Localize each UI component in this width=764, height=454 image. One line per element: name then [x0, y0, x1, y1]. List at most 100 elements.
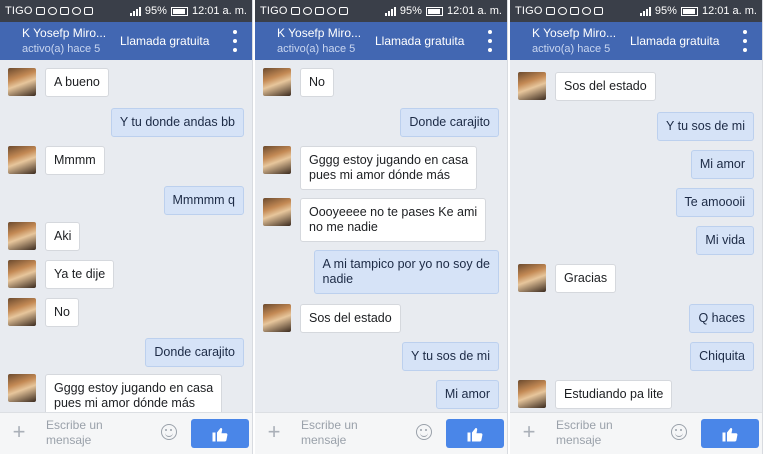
- status-right: 95% 12:01 a. m.: [384, 5, 502, 17]
- plus-icon[interactable]: +: [520, 421, 538, 443]
- message-bubble[interactable]: Ya te dije: [45, 260, 115, 289]
- free-call-button[interactable]: Llamada gratuita: [375, 34, 464, 48]
- conversation-header: K Yosefp Miro... activo(a) hace 5 Llamada …: [255, 22, 507, 60]
- message-bubble[interactable]: Mi amor: [435, 380, 499, 409]
- like-button[interactable]: [446, 419, 504, 448]
- message-bubble[interactable]: Y tu donde andas bb: [110, 108, 244, 137]
- carrier-label: TIGO: [260, 5, 288, 17]
- messenger-icon: [71, 7, 81, 15]
- message-bubble[interactable]: Sos del estado: [300, 304, 401, 333]
- status-left: TIGO: [260, 5, 385, 17]
- plus-icon[interactable]: +: [10, 421, 28, 443]
- message-bubble[interactable]: Donde carajito: [400, 108, 499, 137]
- messenger-icon: [326, 7, 336, 15]
- message-thread[interactable]: A bueno Y tu donde andas bb Mmmm Mmmmm q Aki…: [0, 60, 252, 412]
- contact-name[interactable]: K Yosefp Miro...: [532, 26, 616, 40]
- contact-avatar[interactable]: [8, 222, 36, 250]
- status-bar: TIGO 95% 12:01 a. m.: [510, 0, 762, 22]
- image-icon: [302, 7, 312, 15]
- cloud-icon: [314, 7, 324, 15]
- overflow-menu-icon[interactable]: [232, 30, 238, 52]
- overflow-menu-icon[interactable]: [742, 30, 748, 52]
- message-input[interactable]: Escribe un mensaje: [556, 418, 613, 448]
- message-bubble[interactable]: No: [300, 68, 334, 97]
- free-call-button[interactable]: Llamada gratuita: [120, 34, 209, 48]
- incoming-message: Gracias: [518, 264, 617, 293]
- overflow-menu-icon[interactable]: [487, 30, 493, 52]
- incoming-message: Estudiando pa lite: [518, 380, 673, 409]
- message-bubble[interactable]: Mmmmm q: [163, 186, 244, 215]
- outgoing-message: Y tu donde andas bb: [110, 108, 244, 137]
- outgoing-message: Chiquita: [690, 342, 754, 371]
- plus-icon[interactable]: +: [265, 421, 283, 443]
- contact-avatar[interactable]: [8, 146, 36, 174]
- contact-avatar[interactable]: [263, 198, 291, 226]
- message-bubble[interactable]: Gggg estoy jugando en casa pues mi amor …: [300, 146, 478, 190]
- message-bubble[interactable]: A bueno: [45, 68, 109, 97]
- contact-avatar[interactable]: [263, 146, 291, 174]
- status-bar: TIGO 95% 12:01 a. m.: [0, 0, 252, 22]
- cloud-icon: [569, 7, 579, 15]
- message-bubble[interactable]: Gggg estoy jugando en casa pues mi amor …: [45, 374, 223, 412]
- contact-avatar[interactable]: [8, 68, 36, 96]
- contact-avatar[interactable]: [518, 72, 546, 100]
- emoji-icon[interactable]: [671, 424, 687, 440]
- contact-avatar[interactable]: [8, 298, 36, 326]
- image-icon: [47, 7, 57, 15]
- contact-avatar[interactable]: [263, 68, 291, 96]
- message-input[interactable]: Escribe un mensaje: [301, 418, 358, 448]
- like-button[interactable]: [701, 419, 759, 448]
- notification-icon: [545, 7, 555, 15]
- message-bubble[interactable]: Y tu sos de mi: [657, 112, 754, 141]
- outgoing-message: A mi tampico por yo no soy de nadie: [313, 250, 499, 294]
- notification-icon: [290, 7, 300, 15]
- battery-percent: 95%: [654, 5, 677, 17]
- emoji-icon[interactable]: [416, 424, 432, 440]
- message-bubble[interactable]: Sos del estado: [555, 72, 656, 101]
- clock: 12:01 a. m.: [446, 5, 502, 17]
- battery-icon: [680, 6, 698, 16]
- chat-screen: TIGO 95% 12:01 a. m. K Yosefp Miro... activo…: [255, 0, 508, 454]
- contact-avatar[interactable]: [8, 374, 36, 402]
- outgoing-message: Mi vida: [696, 226, 754, 255]
- message-bubble[interactable]: Te amoooii: [675, 188, 754, 217]
- message-bubble[interactable]: Gracias: [555, 264, 617, 293]
- message-thread[interactable]: Sos del estado Y tu sos de mi Mi amor Te am…: [510, 60, 762, 412]
- outgoing-message: Q haces: [689, 304, 754, 333]
- message-bubble[interactable]: Mi vida: [696, 226, 754, 255]
- message-input[interactable]: Escribe un mensaje: [46, 418, 103, 448]
- contact-name[interactable]: K Yosefp Miro...: [277, 26, 361, 40]
- message-bubble[interactable]: Mi amor: [690, 150, 754, 179]
- thumbs-up-icon: [467, 427, 483, 441]
- message-bubble[interactable]: Mmmm: [45, 146, 105, 175]
- contact-avatar[interactable]: [263, 304, 291, 332]
- message-bubble[interactable]: Donde carajito: [145, 338, 244, 367]
- contact-avatar[interactable]: [8, 260, 36, 288]
- outgoing-message: Donde carajito: [145, 338, 244, 367]
- incoming-message: Oooyeeee no te pases Ke ami no me nadie: [263, 198, 487, 242]
- messenger-icon: [581, 7, 591, 15]
- incoming-message: No: [263, 68, 334, 97]
- contact-avatar[interactable]: [518, 264, 546, 292]
- contact-name[interactable]: K Yosefp Miro...: [22, 26, 106, 40]
- emoji-icon[interactable]: [161, 424, 177, 440]
- message-thread[interactable]: No Donde carajito Gggg estoy jugando en ca…: [255, 60, 507, 412]
- contact-avatar[interactable]: [518, 380, 546, 408]
- message-bubble[interactable]: No: [45, 298, 79, 327]
- incoming-message: Sos del estado: [263, 304, 401, 333]
- incoming-message: Mmmm: [8, 146, 105, 175]
- message-bubble[interactable]: Y tu sos de mi: [402, 342, 499, 371]
- message-bubble[interactable]: Q haces: [689, 304, 754, 333]
- outgoing-message: Y tu sos de mi: [402, 342, 499, 371]
- contact-status: activo(a) hace 5: [532, 43, 611, 55]
- message-bubble[interactable]: Oooyeeee no te pases Ke ami no me nadie: [300, 198, 487, 242]
- message-bubble[interactable]: Estudiando pa lite: [555, 380, 673, 409]
- message-bubble[interactable]: A mi tampico por yo no soy de nadie: [313, 250, 499, 294]
- like-button[interactable]: [191, 419, 249, 448]
- outgoing-message: Donde carajito: [400, 108, 499, 137]
- free-call-button[interactable]: Llamada gratuita: [630, 34, 719, 48]
- message-bubble[interactable]: Aki: [45, 222, 81, 251]
- carrier-label: TIGO: [5, 5, 33, 17]
- message-bubble[interactable]: Chiquita: [690, 342, 754, 371]
- conversation-header: K Yosefp Miro... activo(a) hace 5 Llamada …: [510, 22, 762, 60]
